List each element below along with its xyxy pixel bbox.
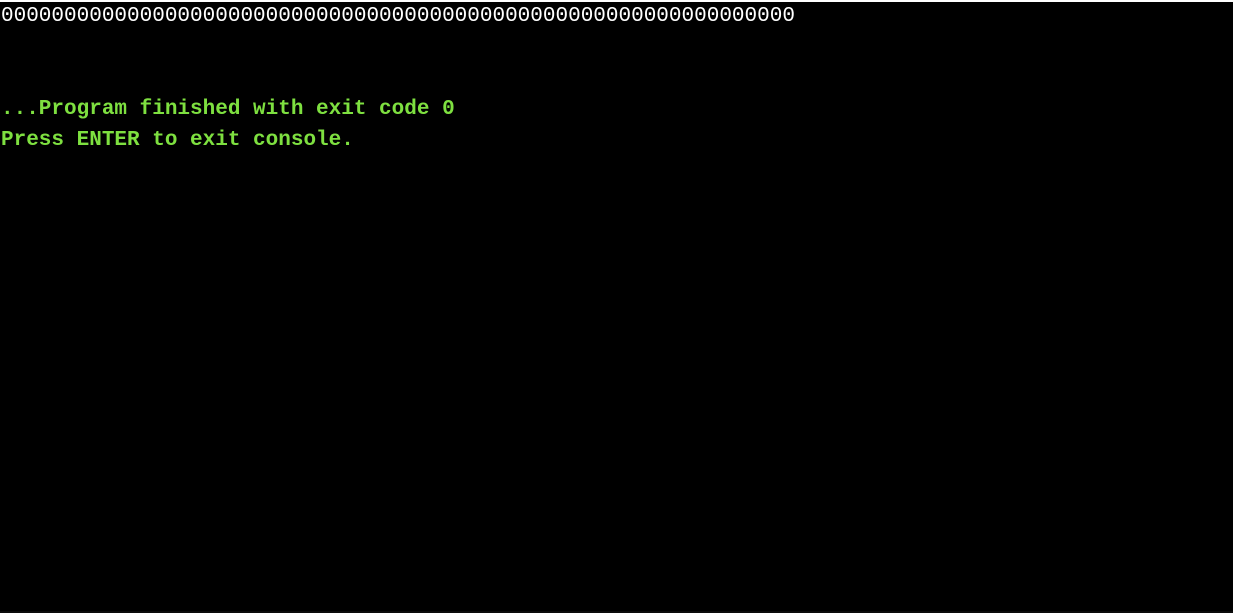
terminal-console[interactable]: 0000000000000000000000000000000000000000… xyxy=(0,0,1233,613)
exit-code-message: ...Program finished with exit code 0 xyxy=(1,98,455,121)
exit-status-block: ...Program finished with exit code 0 Pre… xyxy=(1,94,455,156)
program-output-line: 0000000000000000000000000000000000000000… xyxy=(1,5,795,28)
press-enter-prompt: Press ENTER to exit console. xyxy=(1,129,354,152)
top-border xyxy=(0,0,1233,2)
